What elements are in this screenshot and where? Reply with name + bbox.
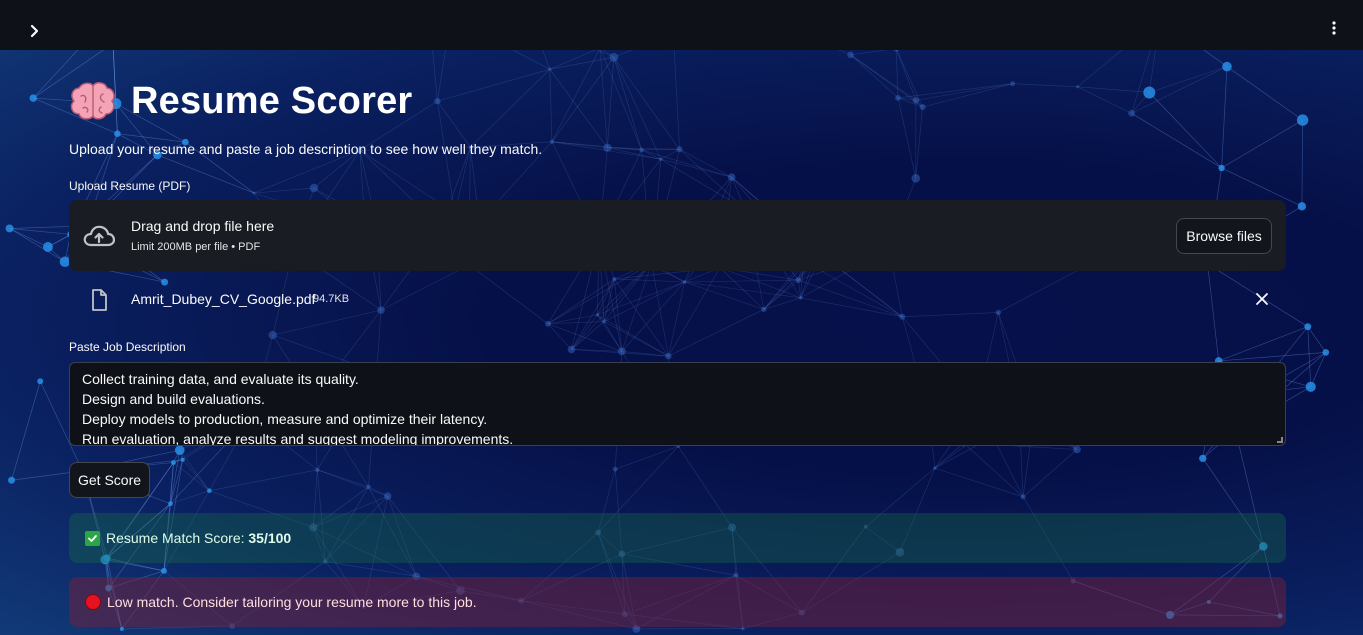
uploaded-file-size: 94.7KB xyxy=(313,293,350,305)
dropzone-instructions: Drag and drop file here xyxy=(131,218,275,234)
score-value: 35/100 xyxy=(248,530,292,546)
score-success-alert: Resume Match Score: 35/100 xyxy=(69,513,1286,563)
file-icon xyxy=(92,289,107,311)
brain-icon xyxy=(70,82,115,120)
expand-sidebar-button[interactable] xyxy=(26,22,44,40)
upload-label: Upload Resume (PDF) xyxy=(69,179,191,193)
kebab-menu-icon xyxy=(1332,21,1336,35)
page-subtitle: Upload your resume and paste a job descr… xyxy=(69,141,543,157)
red-circle-icon xyxy=(85,594,101,610)
cloud-upload-icon xyxy=(83,225,115,247)
textarea-resize-handle[interactable] xyxy=(1277,437,1283,443)
main-content: Resume Scorer Upload your resume and pas… xyxy=(0,0,1363,635)
dropzone-limit-text: Limit 200MB per file • PDF xyxy=(131,241,261,253)
job-description-line: Deploy models to production, measure and… xyxy=(82,411,488,427)
page-title: Resume Scorer xyxy=(131,79,413,122)
uploaded-file-name: Amrit_Dubey_CV_Google.pdf xyxy=(131,291,316,307)
chevron-right-icon xyxy=(30,24,39,38)
file-dropzone[interactable]: Drag and drop file here Limit 200MB per … xyxy=(69,200,1286,271)
low-match-alert: Low match. Consider tailoring your resum… xyxy=(69,577,1286,627)
job-description-textarea[interactable]: Collect training data, and evaluate its … xyxy=(69,362,1286,446)
score-label: Resume Match Score: xyxy=(106,530,249,546)
low-match-message: Low match. Consider tailoring your resum… xyxy=(107,594,477,610)
job-description-label: Paste Job Description xyxy=(69,340,186,354)
browse-files-button[interactable]: Browse files xyxy=(1176,218,1272,254)
get-score-button[interactable]: Get Score xyxy=(69,462,150,498)
page-header: Resume Scorer xyxy=(69,76,412,126)
job-description-line: Collect training data, and evaluate its … xyxy=(82,371,359,387)
top-bar xyxy=(0,0,1363,50)
main-menu-button[interactable] xyxy=(1327,18,1341,38)
remove-file-icon[interactable] xyxy=(1254,291,1270,307)
job-description-line: Design and build evaluations. xyxy=(82,391,265,407)
check-mark-icon xyxy=(85,530,100,546)
job-description-line: Run evaluation, analyze results and sugg… xyxy=(82,431,514,446)
uploaded-file-row: Amrit_Dubey_CV_Google.pdf 94.7KB xyxy=(69,283,1286,317)
